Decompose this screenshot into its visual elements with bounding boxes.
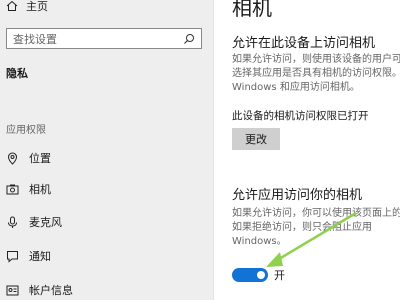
settings-sidebar: 主页 查找设置 隐私 应用权限 位置 相机 麦克风 通知 帐户信息 (0, 0, 213, 300)
sidebar-divider (213, 0, 214, 300)
home-label: 主页 (26, 0, 48, 13)
app-access-toggle[interactable] (232, 268, 268, 282)
sidebar-item-microphone[interactable]: 麦克风 (6, 213, 62, 231)
sidebar-item-camera[interactable]: 相机 (6, 180, 51, 198)
page-title: 相机 (232, 0, 272, 20)
notification-icon (7, 250, 18, 263)
sidebar-item-label: 相机 (29, 183, 51, 196)
sidebar-item-label: 帐户信息 (29, 284, 73, 297)
account-info-icon (6, 285, 19, 295)
app-permissions-label: 应用权限 (6, 125, 46, 136)
app-access-description: 如果允许访问，你可以使用该页面上的 如果拒绝访问，则只会阻止应用 Windows… (232, 207, 400, 249)
microphone-icon (8, 216, 17, 228)
home-icon (6, 0, 18, 11)
sidebar-item-notifications[interactable]: 通知 (6, 247, 51, 265)
sidebar-item-label: 位置 (29, 152, 51, 165)
toggle-state-label: 开 (274, 269, 285, 282)
search-box[interactable]: 查找设置 (6, 28, 202, 49)
description-line: 如果拒绝访问，则只会阻止应用 (232, 222, 372, 233)
sidebar-item-account-info[interactable]: 帐户信息 (6, 281, 73, 299)
device-access-status: 此设备的相机访问权限已打开 (232, 110, 369, 122)
device-access-description: 如果允许访问，则使用该设备的用户可 选择其应用是否具有相机的访问权限。 Wind… (232, 53, 400, 95)
main-content: 相机 允许在此设备上访问相机 如果允许访问，则使用该设备的用户可 选择其应用是否… (232, 0, 400, 300)
toggle-knob (257, 271, 265, 279)
description-line: 选择其应用是否具有相机的访问权限。 (232, 68, 400, 79)
description-line: 如果允许访问，你可以使用该页面上的 (232, 208, 400, 219)
sidebar-item-label: 通知 (29, 250, 51, 263)
device-access-heading: 允许在此设备上访问相机 (232, 36, 376, 51)
search-icon[interactable] (183, 33, 195, 45)
change-button[interactable]: 更改 (232, 128, 280, 150)
sidebar-item-label: 麦克风 (29, 216, 62, 229)
privacy-heading: 隐私 (6, 67, 28, 80)
sidebar-item-location[interactable]: 位置 (6, 149, 51, 167)
home-nav-item[interactable]: 主页 (6, 0, 48, 14)
app-access-heading: 允许应用访问你的相机 (232, 188, 363, 203)
description-line: 如果允许访问，则使用该设备的用户可 (232, 54, 400, 65)
location-icon (7, 151, 18, 165)
description-line: Windows。 (232, 236, 287, 247)
description-line: Windows 和应用访问相机。 (232, 82, 360, 93)
camera-icon (6, 184, 19, 194)
search-input[interactable]: 查找设置 (13, 31, 183, 47)
